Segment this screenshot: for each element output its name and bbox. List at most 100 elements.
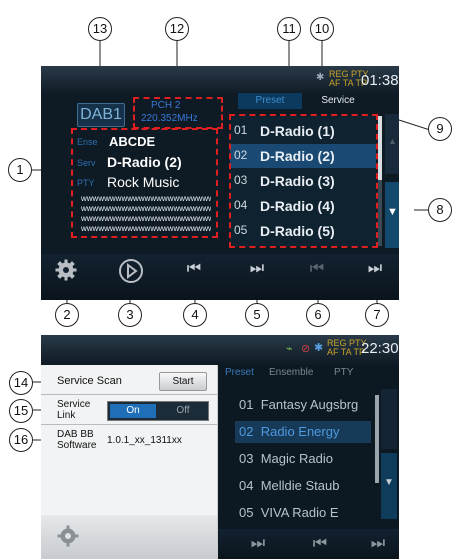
list-item-name: VIVA Radio E: [260, 505, 339, 520]
service-scan-label: Service Scan: [57, 375, 122, 387]
divider: [41, 394, 217, 395]
radiotext: wwwwwwwwwwwwwwwwwwwwwww wwwwwwwwwwwwwwww…: [81, 194, 211, 234]
seek-forward-icon: ⏭: [249, 260, 265, 277]
prev-icon: ⏮: [312, 535, 328, 552]
scroll-down-icon: ▼: [384, 477, 394, 488]
callout-16: 16: [9, 428, 33, 452]
tab-preset[interactable]: Preset: [238, 93, 302, 109]
settings-button[interactable]: [57, 525, 79, 547]
pty-value: Rock Music: [107, 174, 180, 190]
list-item-number: 05: [239, 505, 254, 520]
play-button[interactable]: [119, 259, 143, 283]
service-link-label: Service Link: [57, 399, 90, 421]
list-item-name: Melldie Staub: [260, 478, 340, 493]
list-item-name: Magic Radio: [260, 451, 333, 466]
radiotext-line: wwwwwwwwwwwwwwwwwwwwwww: [81, 214, 211, 223]
tab-pty[interactable]: PTY: [334, 367, 353, 378]
dab-bb-label: DAB BB Software: [57, 429, 96, 451]
callout-14: 14: [9, 371, 33, 395]
prev-icon: ⏮: [309, 260, 325, 277]
next-icon: ⏭: [370, 535, 386, 552]
dab-bb-label-line: Software: [57, 440, 97, 451]
pch-label: PCH 2: [151, 100, 181, 111]
off-option[interactable]: Off: [160, 404, 206, 418]
seek-forward-button[interactable]: ⏭: [245, 535, 271, 553]
callout-12: 12: [165, 17, 189, 41]
radiotext-line: wwwwwwwwwwwwwwwwwwwwwww: [81, 224, 211, 233]
next-icon: ⏭: [367, 260, 383, 277]
scroll-up-button[interactable]: ▲: [385, 114, 399, 174]
callout-3: 3: [118, 303, 142, 327]
callout-5: 5: [245, 303, 269, 327]
scrollbar-track[interactable]: [378, 180, 382, 246]
list-item[interactable]: 01 Fantasy Augsbrg: [239, 397, 358, 412]
prev-button[interactable]: ⏮: [306, 260, 328, 278]
callout-8: 8: [428, 198, 452, 222]
callout-2: 2: [55, 303, 79, 327]
scroll-down-button[interactable]: ▼: [385, 182, 399, 248]
scroll-up-button[interactable]: [381, 389, 397, 449]
on-option[interactable]: On: [110, 404, 156, 418]
control-bar: [41, 254, 399, 300]
seek-back-button[interactable]: ⏮: [181, 260, 207, 278]
list-item-number: 02: [239, 424, 254, 439]
dab-bb-label-line: DAB BB: [57, 429, 94, 440]
list-item-name: Radio Energy: [260, 424, 340, 439]
bluetooth-icon: ✱: [314, 342, 324, 354]
start-button[interactable]: Start: [159, 372, 207, 391]
settings-icon: [55, 259, 77, 281]
service-value: D-Radio (2): [107, 154, 182, 170]
list-item-number: 04: [239, 478, 254, 493]
prev-button[interactable]: ⏮: [309, 535, 331, 553]
callout-4: 4: [183, 303, 207, 327]
list-item-number: 03: [239, 451, 254, 466]
bluetooth-icon: ✱: [316, 72, 325, 83]
list-highlight: [229, 114, 378, 248]
ensemble-label: Ense: [77, 137, 98, 147]
radiotext-line: wwwwwwwwwwwwwwwwwwwwwww: [81, 194, 211, 203]
callout-9: 9: [428, 117, 452, 141]
seek-forward-icon: ⏭: [250, 535, 266, 552]
next-button[interactable]: ⏭: [367, 535, 389, 553]
callout-11: 11: [277, 17, 301, 41]
list-area: Preset Ensemble PTY 01 Fantasy Augsbrg 0…: [219, 365, 399, 559]
radiotext-line: wwwwwwwwwwwwwwwwwwwwwww: [81, 204, 211, 213]
next-button[interactable]: ⏭: [364, 260, 386, 278]
status-af-ta-tp: AF TA TP: [327, 347, 366, 357]
list-item-number: 01: [239, 397, 254, 412]
scroll-down-button[interactable]: ▼: [381, 453, 397, 519]
mute-icon: ⊘: [301, 343, 311, 355]
play-icon: [127, 263, 138, 279]
seek-back-icon: ⏮: [186, 260, 202, 277]
dab-bb-value: 1.0.1_xx_1311xx: [107, 435, 182, 446]
service-label: Serv: [77, 158, 96, 168]
tab-preset[interactable]: Preset: [225, 367, 254, 378]
band-button[interactable]: DAB1: [77, 103, 125, 127]
service-link-label-line: Link: [57, 410, 76, 421]
settings-panel: Service Scan Start Service Link On Off D…: [41, 365, 218, 559]
frequency-label: 220.352MHz: [141, 113, 198, 124]
callout-1: 1: [8, 158, 32, 182]
dab-settings-screen: ⌁ ⊘ ✱ REG PTY AF TA TP 22:30 Service Sca…: [41, 335, 399, 559]
settings-button[interactable]: [55, 259, 77, 281]
scrollbar-thumb[interactable]: [378, 116, 382, 180]
list-item[interactable]: 04 Melldie Staub: [239, 478, 339, 493]
tab-ensemble[interactable]: Ensemble: [269, 367, 313, 378]
list-item[interactable]: 03 Magic Radio: [239, 451, 333, 466]
tab-service[interactable]: Service: [306, 93, 370, 109]
service-link-toggle[interactable]: On Off: [107, 401, 209, 421]
list-item-selected[interactable]: 02 Radio Energy: [239, 424, 339, 439]
service-link-label-line: Service: [57, 399, 91, 410]
scroll-down-icon: ▼: [387, 206, 398, 218]
scroll-up-icon: ▲: [388, 136, 397, 146]
clock: 22:30: [361, 340, 399, 357]
seek-forward-button[interactable]: ⏭: [244, 260, 270, 278]
callout-6: 6: [306, 303, 330, 327]
list-item[interactable]: 05 VIVA Radio E: [239, 505, 339, 520]
settings-icon: [57, 525, 79, 547]
ensemble-value: ABCDE: [109, 134, 156, 149]
pty-label: PTY: [77, 178, 95, 188]
scrollbar-thumb[interactable]: [375, 395, 379, 483]
callout-15: 15: [9, 399, 33, 423]
divider: [41, 424, 217, 425]
